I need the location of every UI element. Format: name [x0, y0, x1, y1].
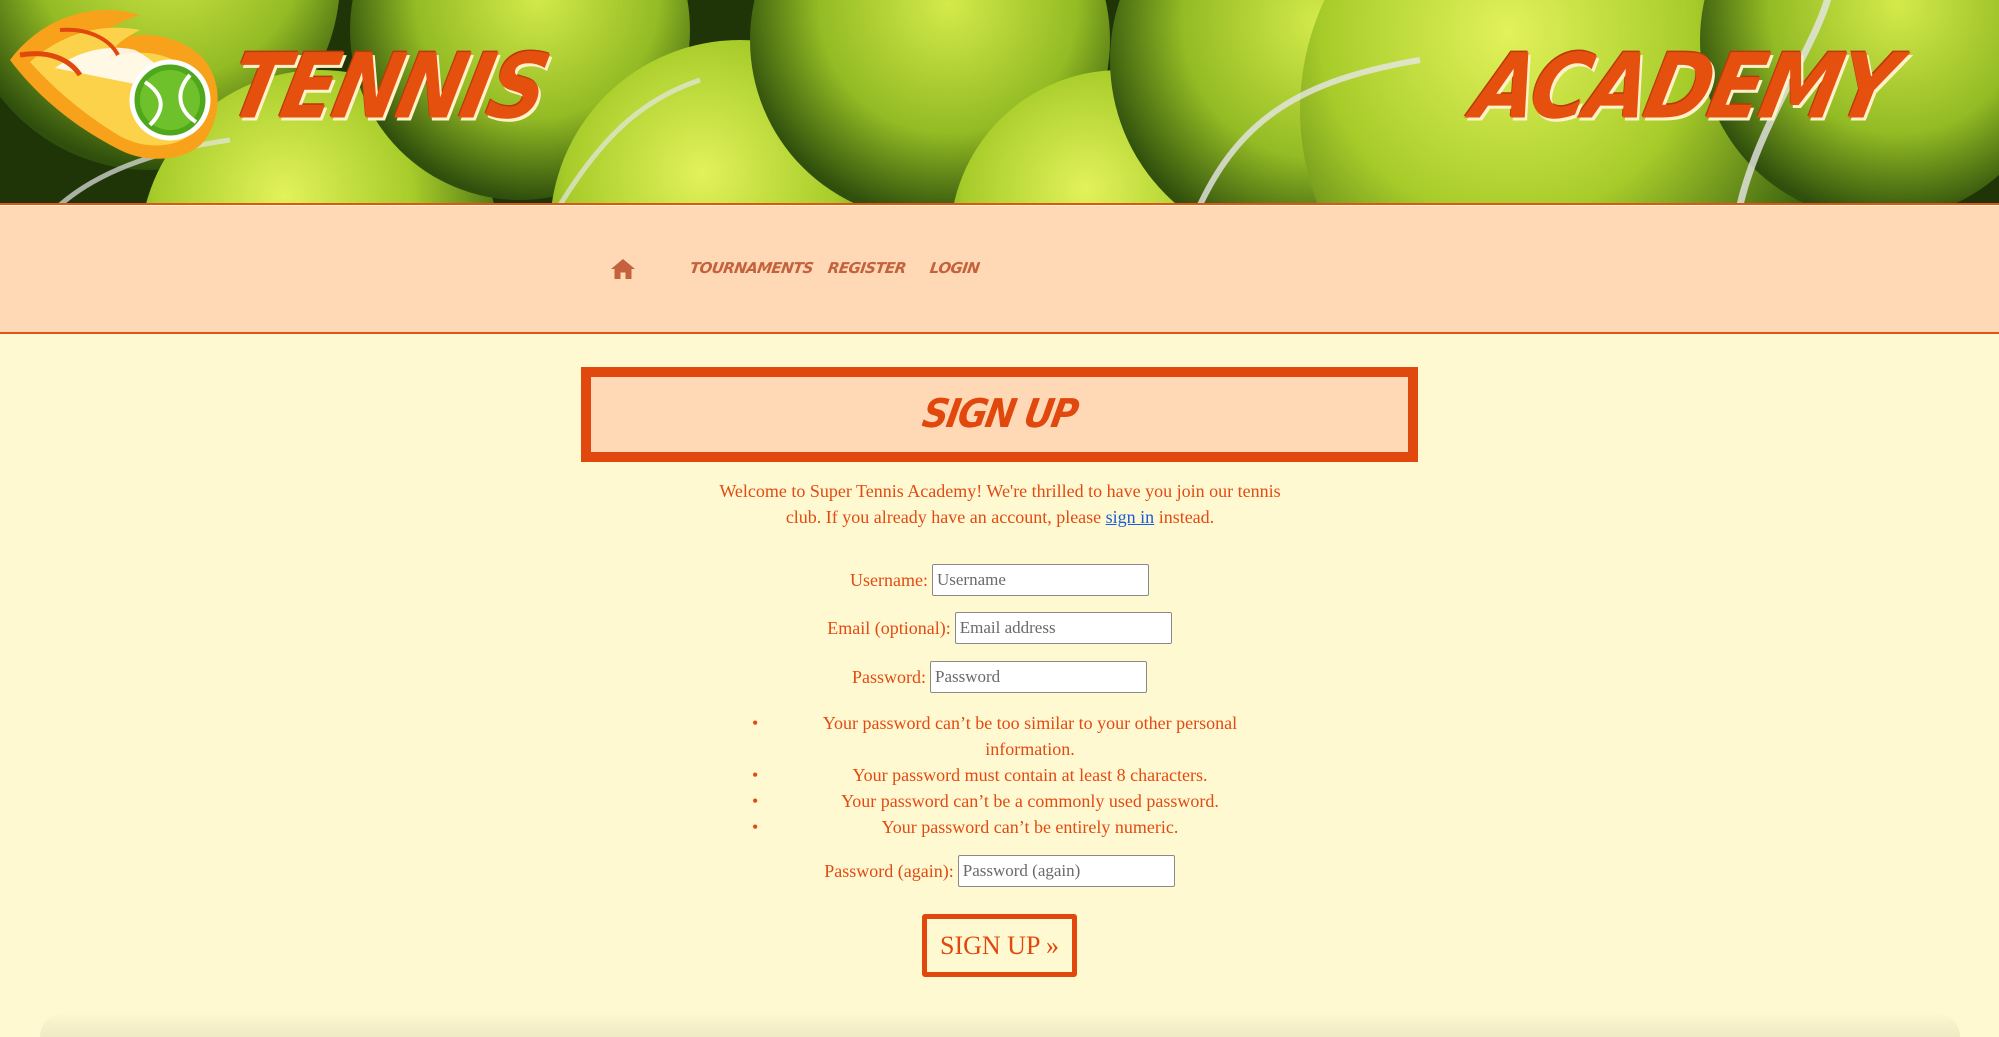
password-rules-list: Your password can’t be too similar to yo… [740, 710, 1280, 840]
nav-tournaments[interactable]: TOURNAMENTS [689, 259, 815, 277]
password-rule: Your password can’t be a commonly used p… [740, 788, 1280, 814]
username-input[interactable] [931, 564, 1149, 596]
flaming-tennis-ball-logo [10, 10, 218, 159]
password-label: Password: [851, 666, 926, 687]
intro-text-end: instead. [1158, 507, 1215, 527]
username-label: Username: [850, 569, 928, 590]
password-input[interactable] [930, 661, 1147, 693]
signup-submit-button[interactable]: SIGN UP » [922, 914, 1077, 977]
sign-in-link[interactable]: sign in [1106, 507, 1155, 527]
page-title: SIGN UP [918, 391, 1081, 438]
email-label: Email (optional): [827, 617, 951, 638]
signup-title-box: SIGN UP [581, 367, 1418, 462]
password-rule: Your password can’t be entirely numeric. [740, 814, 1280, 840]
nav-login[interactable]: LOGIN [929, 259, 981, 277]
password-rule: Your password must contain at least 8 ch… [740, 762, 1280, 788]
main-nav: TOURNAMENTS REGISTER LOGIN [0, 206, 1999, 334]
signup-intro: Welcome to Super Tennis Academy! We're t… [700, 478, 1300, 530]
banner-word-left: TENNIS [220, 34, 556, 139]
password-again-input[interactable] [957, 855, 1175, 887]
email-row: Email (optional): [0, 612, 1999, 644]
password-again-row: Password (again): [0, 855, 1999, 887]
username-row: Username: [0, 564, 1999, 596]
nav-register[interactable]: REGISTER [827, 259, 907, 277]
footer-edge [40, 1012, 1960, 1037]
home-icon[interactable] [610, 258, 636, 280]
email-input[interactable] [954, 612, 1172, 644]
password-row: Password: [0, 661, 1999, 693]
password-rule: Your password can’t be too similar to yo… [740, 710, 1280, 762]
hero-banner: TENNIS ACADEMY [0, 0, 1999, 205]
password-again-label: Password (again): [824, 860, 954, 881]
banner-word-right: ACADEMY [1464, 34, 1905, 139]
